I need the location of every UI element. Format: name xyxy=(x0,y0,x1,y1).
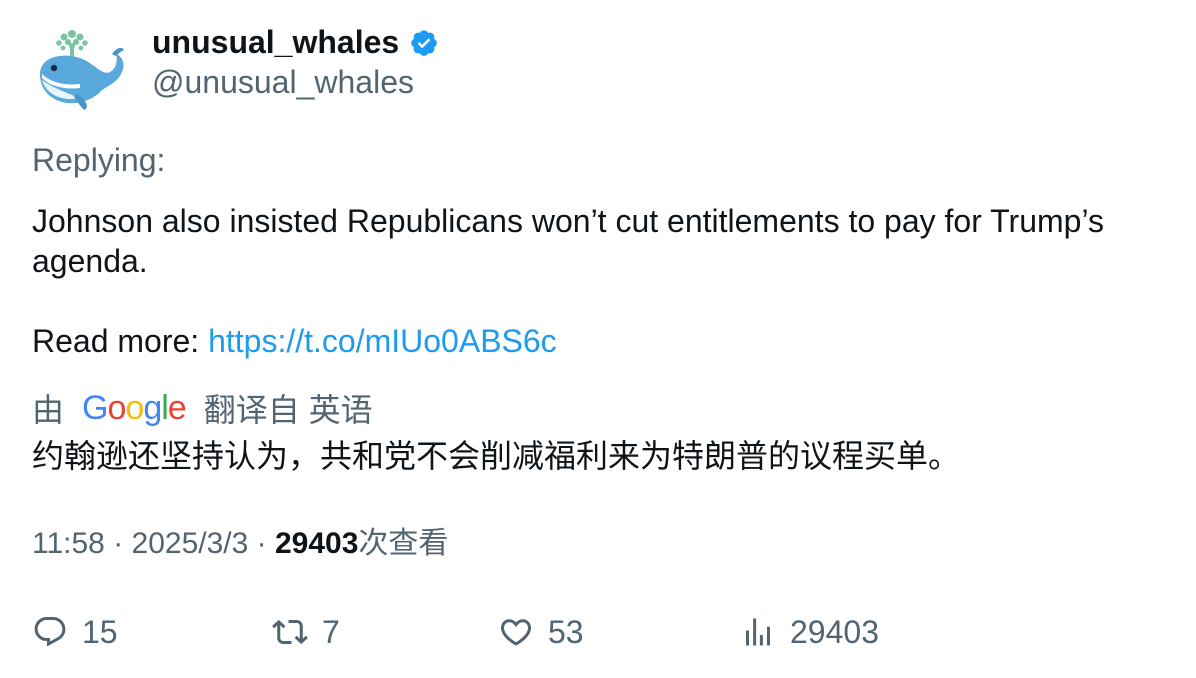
tweet-text: Johnson also insisted Republicans won’t … xyxy=(32,201,1162,281)
views-label: 次查看 xyxy=(358,527,449,560)
read-more-line: Read more: https://t.co/mIUo0ABS6c xyxy=(32,321,557,361)
author-display-name[interactable]: unusual_whales xyxy=(152,22,399,62)
like-count: 53 xyxy=(548,613,584,650)
translated-text: 约翰逊还坚持认为，共和党不会削减福利来为特朗普的议程买单。 xyxy=(32,437,961,475)
translation-suffix[interactable]: 翻译自 英语 xyxy=(204,385,373,431)
tweet-meta: 11:58 · 2025/3/3 · 29403次查看 xyxy=(32,525,448,563)
whale-logo-icon xyxy=(40,30,124,110)
bar-chart-icon xyxy=(746,618,770,646)
verified-badge-icon xyxy=(411,30,437,56)
translation-attribution: 由 Google 翻译自 英语 xyxy=(32,386,373,430)
retweet-button[interactable]: 7 xyxy=(272,610,340,654)
action-bar: 15 7 53 29403 xyxy=(32,610,1162,654)
views-action-count: 29403 xyxy=(790,613,879,650)
reply-button[interactable]: 15 xyxy=(32,610,118,654)
tweet-link[interactable]: https://t.co/mIUo0ABS6c xyxy=(208,323,557,359)
reply-icon xyxy=(34,617,66,647)
author-handle[interactable]: @unusual_whales xyxy=(152,63,414,101)
tweet-text-line-2: agenda. xyxy=(32,243,148,279)
author-name-row: unusual_whales xyxy=(152,22,439,62)
meta-separator-2: · xyxy=(248,527,275,560)
heart-icon xyxy=(500,619,532,646)
google-logo-icon: Google xyxy=(82,389,187,427)
views-button[interactable]: 29403 xyxy=(740,610,879,654)
avatar[interactable] xyxy=(32,24,126,114)
retweet-icon xyxy=(272,619,308,645)
views-count: 29403 xyxy=(274,527,359,560)
tweet-text-line-1: Johnson also insisted Republicans won’t … xyxy=(32,203,1104,239)
reply-count: 15 xyxy=(82,613,118,650)
replying-label: Replying: xyxy=(32,142,166,178)
tweet-date[interactable]: 2025/3/3 xyxy=(132,527,249,560)
retweet-count: 7 xyxy=(322,613,340,650)
translation-prefix: 由 xyxy=(32,392,65,428)
meta-separator: · xyxy=(104,527,132,560)
like-button[interactable]: 53 xyxy=(498,610,584,654)
tweet-time[interactable]: 11:58 xyxy=(32,527,105,560)
read-more-label: Read more: xyxy=(32,323,209,359)
